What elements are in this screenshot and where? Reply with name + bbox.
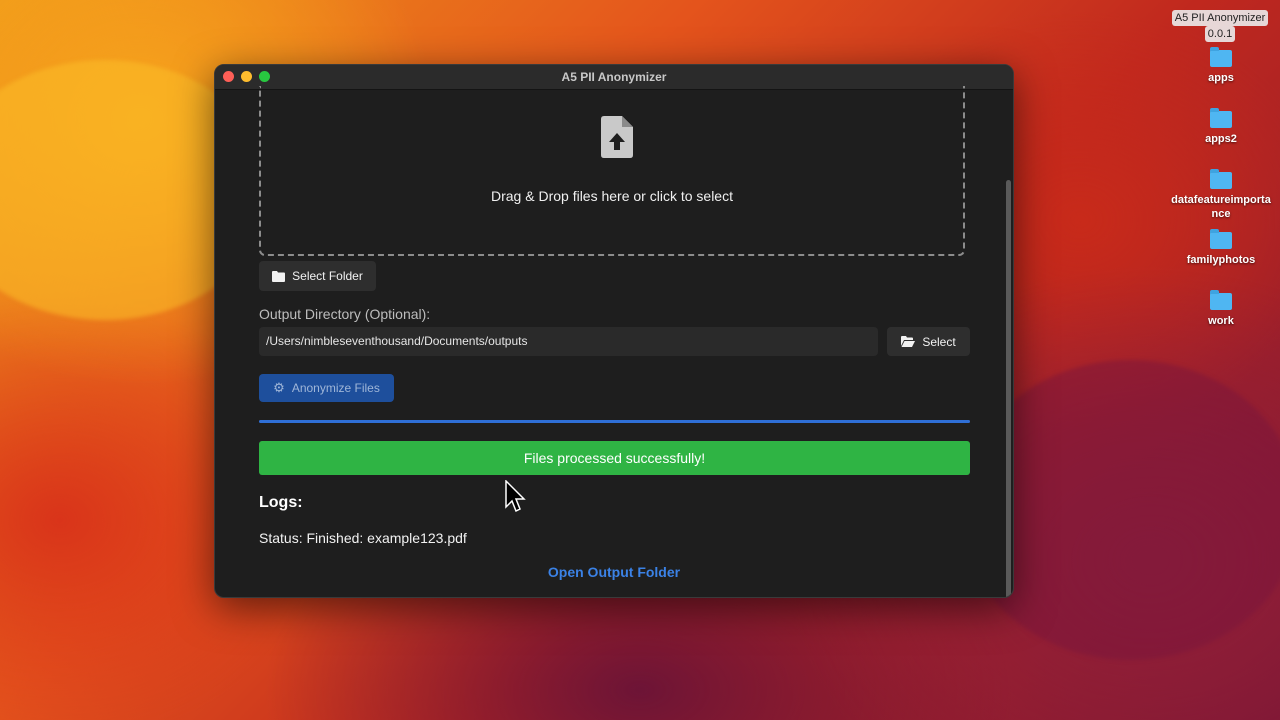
desktop-app-label[interactable]: A5 PII Anonymizer 0.0.1 [1170,10,1270,42]
folder-icon [1210,290,1232,310]
anonymize-label: Anonymize Files [291,381,380,395]
select-folder-button[interactable]: Select Folder [259,261,376,291]
status-text: Status: Finished: example123.pdf [259,530,467,546]
folder-icon [1210,169,1232,189]
desktop-folder-familyphotos[interactable]: familyphotos [1166,229,1276,267]
folder-label: familyphotos [1186,254,1256,266]
anonymize-files-button[interactable]: ⚙ Anonymize Files [259,374,394,402]
dropzone-text: Drag & Drop files here or click to selec… [491,188,733,204]
logs-heading: Logs: [259,494,303,511]
open-output-folder-link[interactable]: Open Output Folder [215,564,1013,580]
scrollbar[interactable] [1006,180,1011,597]
folder-label: apps [1208,72,1234,84]
output-directory-label: Output Directory (Optional): [259,306,431,322]
minimize-button[interactable] [241,71,252,82]
success-banner: Files processed successfully! [259,441,970,475]
main-content: Drag & Drop files here or click to selec… [215,86,1013,597]
mouse-cursor-icon [505,480,526,513]
folder-label: work [1208,315,1234,327]
folder-icon [1210,47,1232,67]
select-output-button[interactable]: Select [887,327,970,356]
folder-icon [1210,108,1232,128]
progress-fill [259,420,970,423]
zoom-button[interactable] [259,71,270,82]
folder-label: datafeatureimportance [1171,194,1271,220]
folder-icon [272,270,286,282]
output-directory-input[interactable]: /Users/nimbleseventhousand/Documents/out… [259,327,878,356]
gear-icon: ⚙ [273,380,285,395]
select-folder-label: Select Folder [292,269,363,283]
desktop-folder-apps[interactable]: apps [1166,47,1276,85]
file-dropzone[interactable]: Drag & Drop files here or click to selec… [259,86,965,256]
file-upload-icon [601,116,633,158]
app-name: A5 PII Anonymizer [1171,10,1269,26]
select-output-label: Select [922,334,956,349]
desktop-folder-apps2[interactable]: apps2 [1166,108,1276,146]
folder-open-icon [901,336,916,347]
close-button[interactable] [223,71,234,82]
desktop-folder-work[interactable]: work [1166,290,1276,328]
folder-label: apps2 [1205,133,1237,145]
progress-bar [259,420,970,423]
desktop-folder-datafeatureimportance[interactable]: datafeatureimportance [1166,169,1276,221]
app-window: A5 PII Anonymizer Drag & Drop files here… [214,64,1014,598]
app-version: 0.0.1 [1204,26,1236,42]
folder-icon [1210,229,1232,249]
